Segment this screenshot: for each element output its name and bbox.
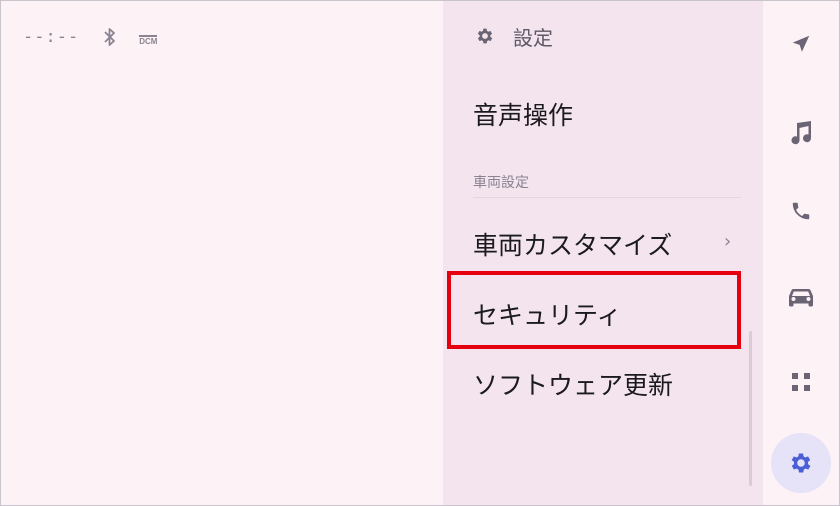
music-icon xyxy=(791,121,811,145)
settings-panel: 設定 音声操作 車両設定 車両カスタマイズ › セキュリティ ソフトウェア更新 xyxy=(443,1,763,505)
phone-button[interactable] xyxy=(781,191,821,231)
settings-button-active[interactable] xyxy=(771,433,831,493)
settings-gear-icon xyxy=(791,453,811,473)
side-rail xyxy=(763,1,839,505)
highlight-box xyxy=(447,271,741,349)
menu-item-software-update[interactable]: ソフトウェア更新 xyxy=(473,366,673,402)
phone-icon xyxy=(792,202,810,220)
car-icon xyxy=(789,288,813,307)
bluetooth-icon xyxy=(104,28,116,46)
dcm-icon: DCM xyxy=(139,34,158,46)
menu-item-voice-control[interactable]: 音声操作 xyxy=(473,96,573,132)
panel-header: 設定 xyxy=(475,23,553,50)
navigation-button[interactable] xyxy=(781,24,821,64)
status-bar: --:-- DCM xyxy=(23,25,158,49)
section-divider xyxy=(473,197,741,198)
panel-title: 設定 xyxy=(513,25,553,50)
navigation-icon xyxy=(792,35,810,52)
apps-button[interactable] xyxy=(781,362,821,402)
vehicle-button[interactable] xyxy=(781,277,821,317)
gear-icon xyxy=(477,28,493,44)
screen-frame: --:-- DCM 設定 音声操作 車両設定 車両カスタマイズ › セキュリティ… xyxy=(0,0,840,506)
music-button[interactable] xyxy=(781,112,821,152)
chevron-right-icon: › xyxy=(724,231,732,252)
section-label-vehicle-settings: 車両設定 xyxy=(473,175,529,191)
clock: --:-- xyxy=(23,27,80,47)
scrollbar[interactable] xyxy=(749,331,752,486)
apps-grid-icon xyxy=(792,373,810,391)
menu-item-vehicle-customize[interactable]: 車両カスタマイズ xyxy=(473,226,672,262)
